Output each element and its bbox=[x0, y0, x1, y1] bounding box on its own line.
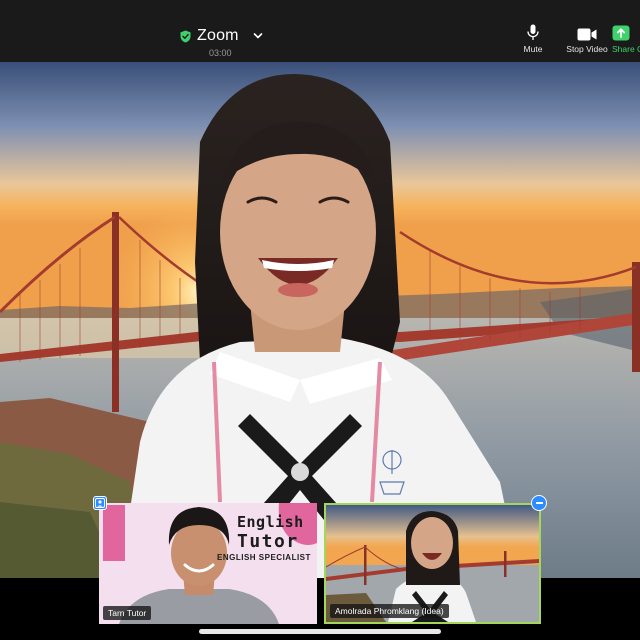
meeting-timer: 03:00 bbox=[209, 48, 232, 58]
mute-label: Mute bbox=[523, 44, 543, 54]
stop-video-button[interactable]: Stop Video bbox=[562, 24, 612, 54]
tutor-brand-line1: English bbox=[237, 513, 304, 531]
share-content-button[interactable]: Share C bbox=[612, 24, 640, 54]
meeting-title: Zoom bbox=[197, 27, 239, 44]
share-content-label: Share C bbox=[612, 44, 640, 54]
tutor-brand-line2: Tutor bbox=[237, 531, 299, 552]
participant-name-tag: Tarn Tutor bbox=[103, 606, 152, 620]
top-toolbar: Zoom 03:00 Mute Stop Video Share bbox=[0, 0, 640, 62]
tutor-brand-subtitle: ENGLISH SPECIALIST bbox=[217, 553, 311, 562]
participant-thumbnail-tutor[interactable]: English Tutor ENGLISH SPECIALIST Tarn Tu… bbox=[99, 503, 317, 624]
participant-thumbnail-self[interactable]: Amolrada Phromklang (Idea) bbox=[324, 503, 541, 624]
person-pin-icon bbox=[95, 498, 105, 508]
meeting-info-dropdown[interactable]: Zoom bbox=[180, 27, 263, 45]
stop-video-label: Stop Video bbox=[566, 44, 608, 54]
shield-check-icon bbox=[180, 30, 191, 42]
home-indicator[interactable] bbox=[199, 629, 441, 634]
share-screen-icon bbox=[612, 25, 630, 41]
mute-button[interactable]: Mute bbox=[516, 24, 550, 54]
chevron-down-icon bbox=[253, 33, 263, 39]
participant-name-tag: Amolrada Phromklang (Idea) bbox=[330, 604, 449, 618]
video-camera-icon bbox=[577, 28, 597, 41]
minimize-thumbnails-button[interactable] bbox=[531, 495, 547, 511]
pin-video-button[interactable] bbox=[93, 496, 107, 510]
minus-icon bbox=[535, 502, 543, 504]
microphone-icon bbox=[527, 24, 539, 40]
